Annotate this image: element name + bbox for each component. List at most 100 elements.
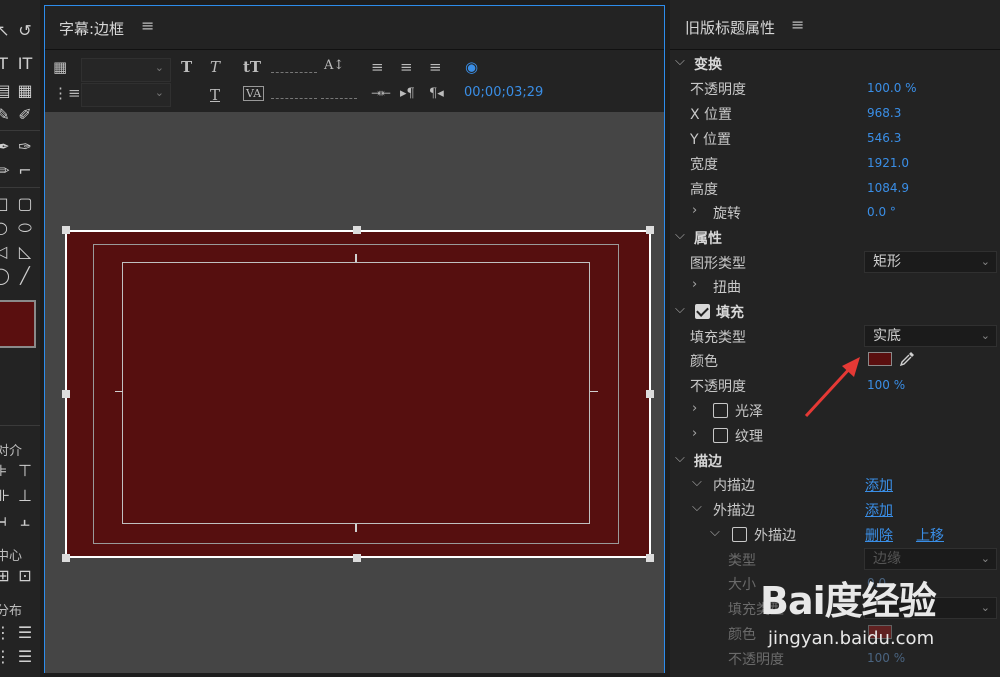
line-icon[interactable]: ╱ (16, 267, 34, 285)
convert-anchor-icon[interactable]: ⌐ (16, 162, 34, 180)
resize-handle-tl[interactable] (62, 226, 70, 234)
align-left-text-icon[interactable]: ≡ (371, 58, 384, 76)
bold-icon[interactable]: T (181, 58, 192, 76)
opacity-value[interactable]: 100.0 % (867, 81, 917, 95)
distort-row[interactable]: › 扭曲 (670, 274, 1000, 298)
chevron-down-icon[interactable]: ⌵ (675, 451, 685, 466)
rectangle-icon[interactable]: □ (0, 195, 10, 213)
resize-handle-b[interactable] (353, 554, 361, 562)
chevron-down-icon[interactable]: ⌵ (692, 475, 702, 490)
sheen-checkbox[interactable] (713, 403, 728, 418)
width-value[interactable]: 1921.0 (867, 156, 909, 170)
align-top-icon[interactable]: ⊤ (16, 462, 34, 480)
distribute-left-icon[interactable]: ⋮ (0, 624, 12, 642)
vertical-path-text-icon[interactable]: ✐ (16, 106, 34, 124)
rotate-icon[interactable]: ↺ (16, 22, 34, 40)
y-position-value[interactable]: 546.3 (867, 131, 901, 145)
font-style-select[interactable]: ⌄ (81, 83, 171, 107)
chevron-down-icon[interactable]: ⌵ (675, 228, 685, 243)
italic-icon[interactable]: T (210, 58, 220, 76)
chevron-down-icon[interactable]: ⌵ (692, 500, 702, 515)
pen-icon[interactable]: ✒ (0, 138, 12, 156)
outer-stroke-row[interactable]: ⌵ 外描边 添加 (670, 497, 1000, 521)
leading-field[interactable] (321, 98, 357, 99)
tab-stops-button-icon[interactable]: ⇥⇤ (371, 86, 391, 100)
align-bottom-icon[interactable]: ⫠ (16, 512, 34, 530)
x-position-value[interactable]: 968.3 (867, 106, 901, 120)
rotation-value[interactable]: 0.0 ° (867, 205, 896, 219)
distribute-bottom-icon[interactable]: ☰ (16, 648, 34, 666)
resize-handle-t[interactable] (353, 226, 361, 234)
arc-icon[interactable]: ◯ (0, 267, 10, 285)
show-video-icon[interactable]: ◉ (465, 58, 478, 76)
add-anchor-icon[interactable]: ✑ (16, 138, 34, 156)
fill-color-swatch[interactable] (868, 352, 892, 366)
texture-row[interactable]: › 纹理 (670, 423, 1000, 447)
rounded-rectangle-icon[interactable]: ▢ (16, 195, 34, 213)
chevron-right-icon[interactable]: › (692, 426, 697, 441)
resize-handle-l[interactable] (62, 390, 70, 398)
paragraph-right-icon[interactable]: ¶◂ (429, 86, 444, 101)
underline-icon[interactable]: T (210, 86, 220, 104)
chevron-down-icon[interactable]: ⌵ (675, 54, 685, 69)
align-center-v-icon[interactable]: ⊥ (16, 487, 34, 505)
resize-handle-r[interactable] (646, 390, 654, 398)
kerning-field[interactable] (271, 98, 317, 99)
kerning-icon[interactable]: VA (243, 86, 265, 101)
attributes-section[interactable]: ⌵ 属性 (670, 225, 1000, 249)
ellipse-icon[interactable]: ⬭ (16, 219, 34, 237)
title-canvas[interactable] (45, 112, 664, 673)
strokes-section[interactable]: ⌵ 描边 (670, 448, 1000, 472)
wedge-icon[interactable]: ◁ (0, 243, 10, 261)
inner-stroke-row[interactable]: ⌵ 内描边 添加 (670, 472, 1000, 496)
text-tool-icon[interactable]: T (0, 55, 12, 73)
resize-handle-br[interactable] (646, 554, 654, 562)
add-inner-stroke-link[interactable]: 添加 (865, 475, 893, 495)
chevron-down-icon[interactable]: ⌵ (710, 525, 720, 540)
delete-anchor-icon[interactable]: ✏ (0, 162, 12, 180)
outer-stroke-checkbox[interactable] (732, 527, 747, 542)
align-center-h-icon[interactable]: ⊪ (0, 487, 12, 505)
distribute-top-icon[interactable]: ☰ (16, 624, 34, 642)
resize-handle-tr[interactable] (646, 226, 654, 234)
fill-opacity-value[interactable]: 100 % (867, 378, 905, 392)
roll-crawl-icon[interactable]: ▦ (53, 58, 67, 76)
resize-handle-bl[interactable] (62, 554, 70, 562)
fill-checkbox[interactable] (695, 304, 710, 319)
add-outer-stroke-link[interactable]: 添加 (865, 500, 893, 520)
tab-stops-icon[interactable]: ⋮≡ (53, 84, 81, 102)
timecode[interactable]: 00;00;03;29 (464, 85, 543, 100)
fill-section[interactable]: ⌵ 填充 (670, 299, 1000, 323)
align-center-text-icon[interactable]: ≡ (400, 58, 413, 76)
path-text-icon[interactable]: ✎ (0, 106, 12, 124)
leading-icon[interactable]: A↕ (324, 58, 344, 73)
chevron-right-icon[interactable]: › (692, 277, 697, 292)
font-size-icon[interactable]: tT (243, 58, 261, 76)
stroke-type-select[interactable]: 边缘 ⌄ (864, 548, 997, 570)
eyedropper-icon[interactable] (898, 350, 916, 368)
transform-section[interactable]: ⌵ 变换 (670, 51, 1000, 75)
rotation-row[interactable]: › 旋转 0.0 ° (670, 200, 1000, 224)
selection-icon[interactable]: ↖ (0, 22, 12, 40)
chevron-down-icon[interactable]: ⌵ (675, 302, 685, 317)
fill-type-select[interactable]: 实底 ⌄ (864, 325, 997, 347)
vertical-area-text-icon[interactable]: ▦ (16, 82, 34, 100)
chevron-right-icon[interactable]: › (692, 401, 697, 416)
clipped-rectangle-icon[interactable]: ○ (0, 219, 10, 237)
paragraph-left-icon[interactable]: ▸¶ (400, 86, 415, 101)
shape-type-select[interactable]: 矩形 ⌄ (864, 251, 997, 273)
align-right-text-icon[interactable]: ≡ (429, 58, 442, 76)
vertical-text-icon[interactable]: IT (16, 55, 34, 73)
font-family-select[interactable]: ⌄ (81, 58, 171, 82)
align-left-icon[interactable]: ⊧ (0, 462, 12, 480)
properties-menu-icon[interactable]: ≡ (791, 15, 804, 34)
panel-menu-icon[interactable]: ≡ (141, 16, 154, 35)
area-text-icon[interactable]: ▤ (0, 82, 12, 100)
delete-stroke-link[interactable]: 删除 (865, 525, 893, 545)
center-v-icon[interactable]: ⊡ (16, 567, 34, 585)
font-size-field[interactable] (271, 72, 317, 73)
align-right-icon[interactable]: ⫞ (0, 512, 12, 530)
move-up-stroke-link[interactable]: 上移 (916, 525, 944, 545)
outer-stroke-item-row[interactable]: ⌵ 外描边 删除 上移 (670, 522, 1000, 546)
height-value[interactable]: 1084.9 (867, 181, 909, 195)
